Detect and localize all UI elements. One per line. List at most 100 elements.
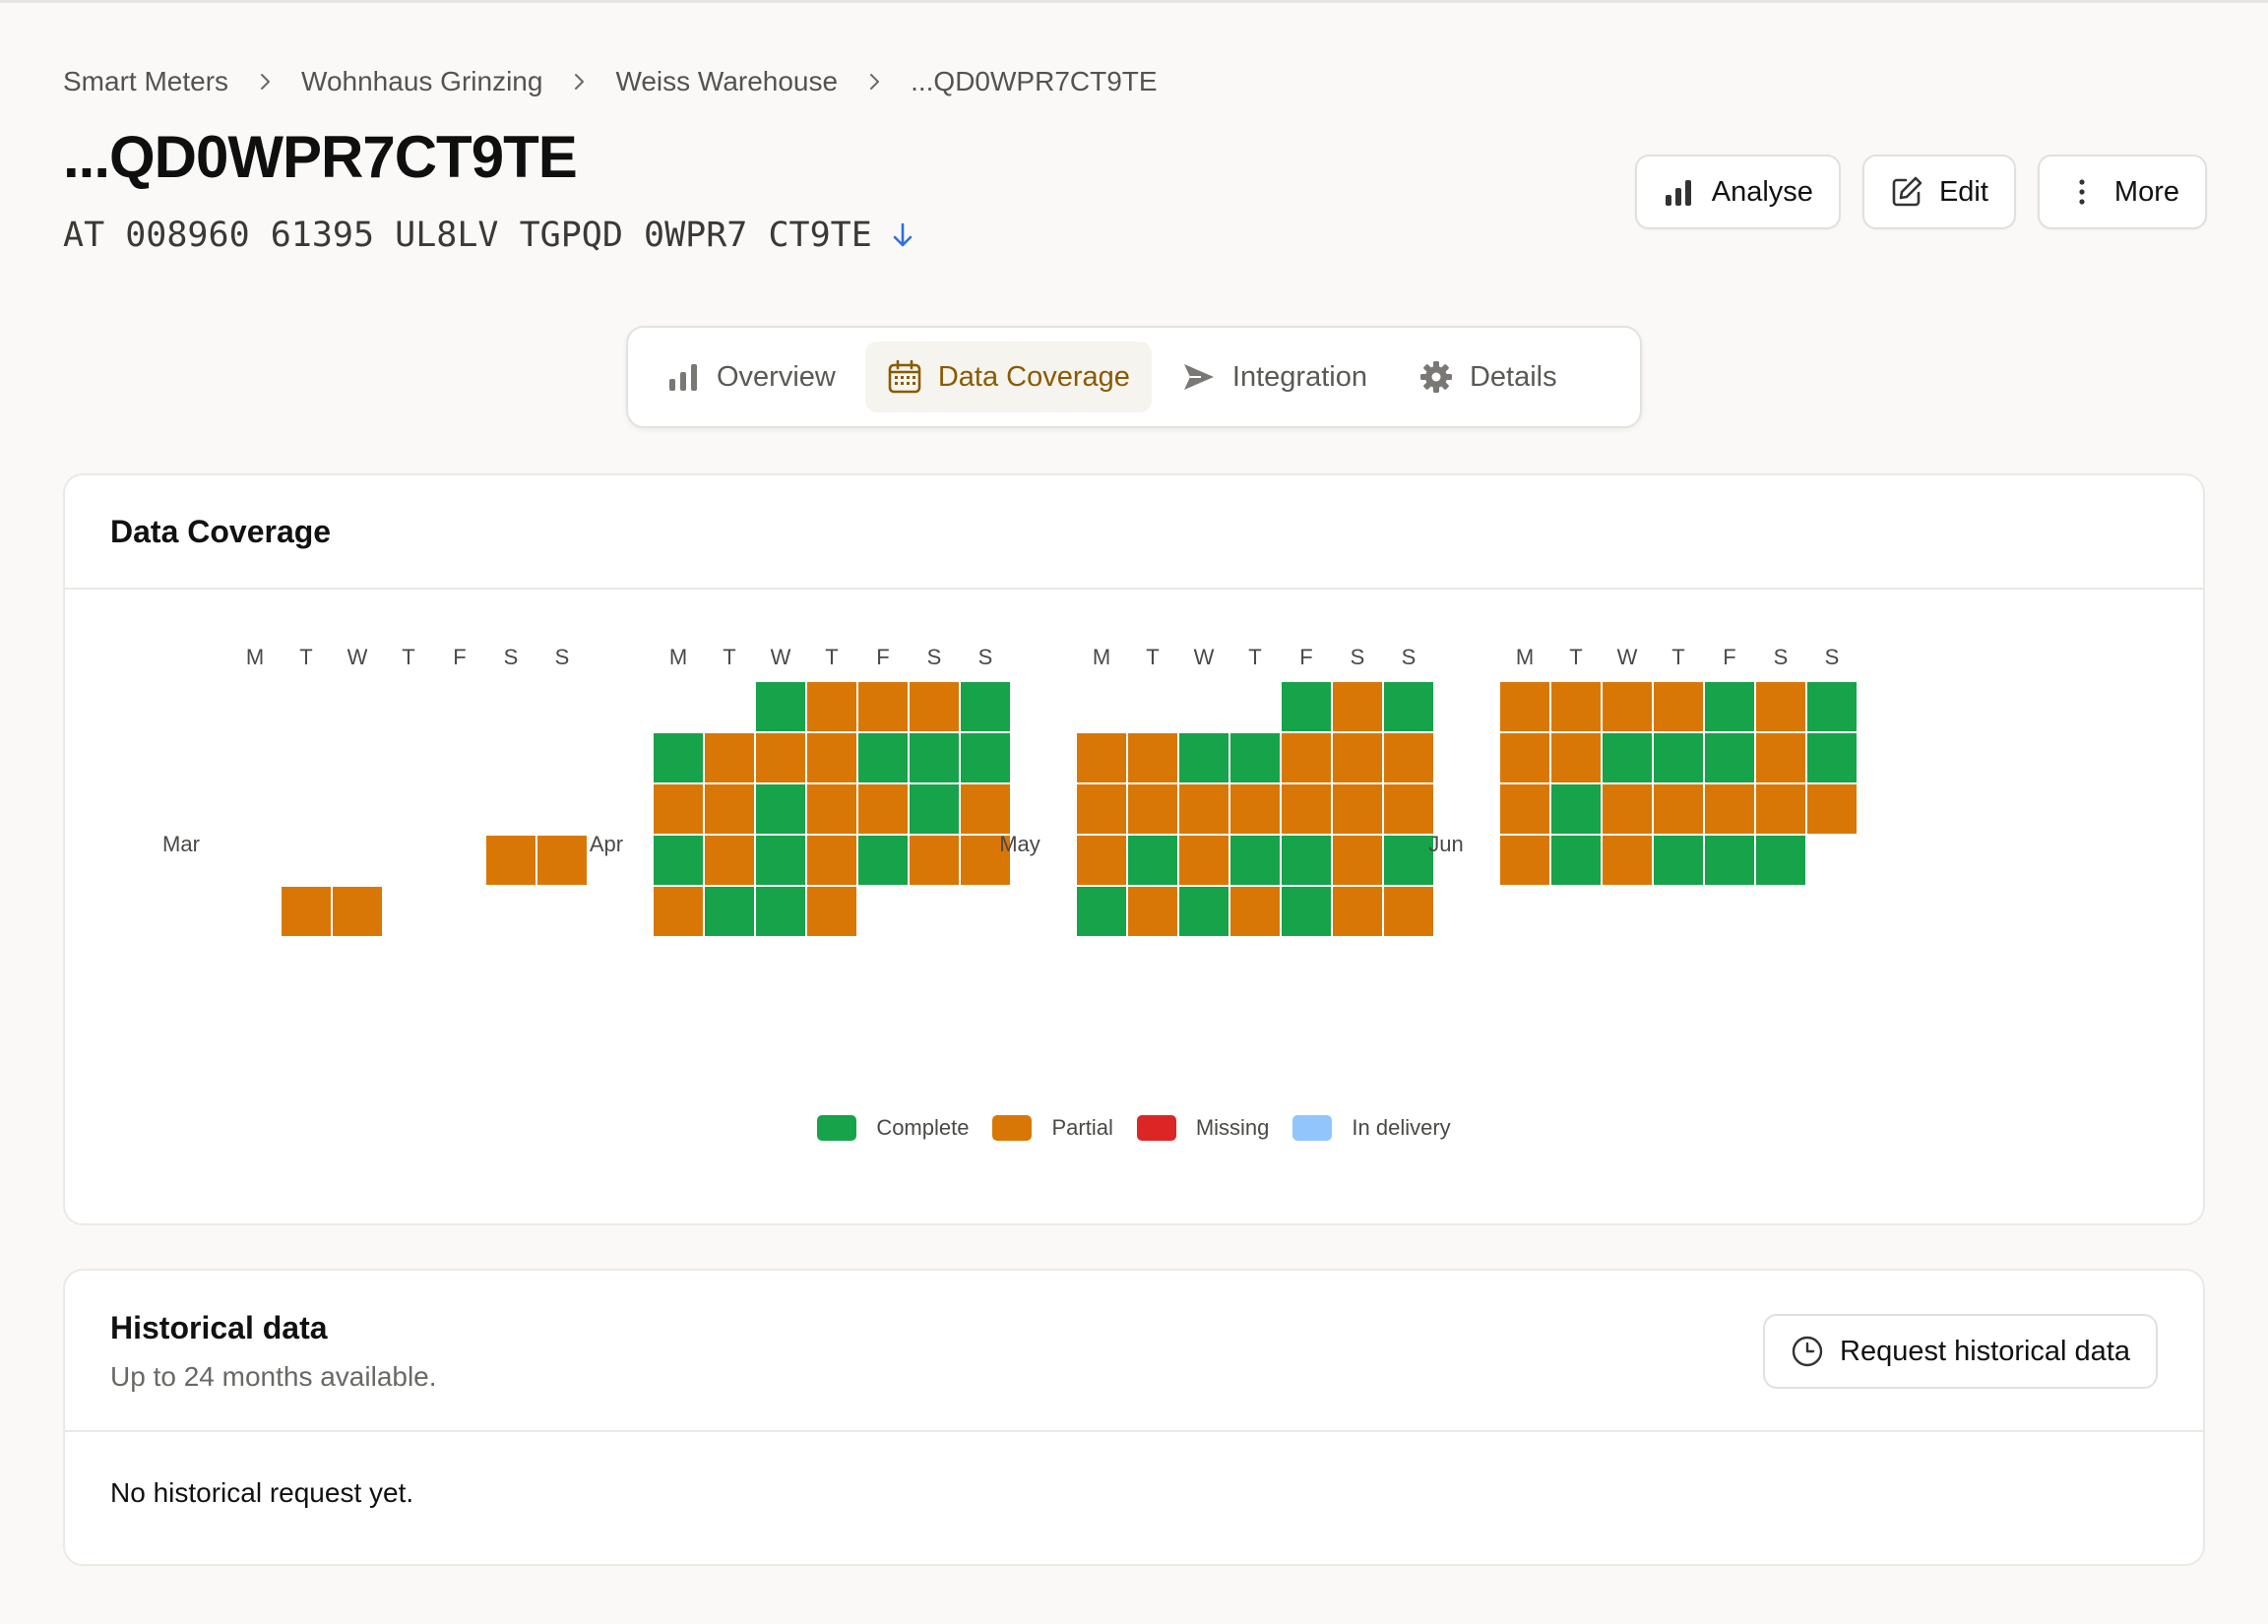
coverage-day-cell[interactable]	[756, 836, 805, 885]
coverage-day-cell[interactable]	[705, 836, 754, 885]
tab-details[interactable]: Details	[1397, 342, 1579, 412]
coverage-day-cell[interactable]	[1077, 733, 1126, 782]
coverage-day-cell[interactable]	[333, 887, 382, 936]
coverage-day-cell[interactable]	[1500, 836, 1549, 885]
coverage-day-cell[interactable]	[1500, 784, 1549, 834]
coverage-day-cell[interactable]	[654, 733, 703, 782]
coverage-day-cell[interactable]	[858, 784, 908, 834]
coverage-day-cell[interactable]	[858, 836, 908, 885]
coverage-day-cell[interactable]	[1807, 682, 1857, 731]
coverage-day-cell[interactable]	[537, 836, 587, 885]
coverage-day-cell[interactable]	[705, 887, 754, 936]
coverage-day-cell[interactable]	[1282, 887, 1331, 936]
coverage-day-cell[interactable]	[1230, 733, 1280, 782]
coverage-day-cell[interactable]	[1384, 887, 1433, 936]
coverage-day-cell[interactable]	[1179, 887, 1228, 936]
tab-data-coverage[interactable]: Data Coverage	[864, 342, 1152, 412]
coverage-day-cell[interactable]	[961, 682, 1010, 731]
coverage-day-cell[interactable]	[1705, 784, 1754, 834]
coverage-day-cell[interactable]	[1230, 784, 1280, 834]
coverage-day-cell[interactable]	[756, 784, 805, 834]
coverage-day-cell[interactable]	[1705, 836, 1754, 885]
tab-overview[interactable]: Overview	[644, 342, 857, 412]
coverage-day-cell[interactable]	[910, 733, 959, 782]
coverage-day-cell[interactable]	[1230, 836, 1280, 885]
coverage-day-cell[interactable]	[1282, 682, 1331, 731]
coverage-day-cell[interactable]	[756, 887, 805, 936]
coverage-day-cell[interactable]	[1756, 682, 1805, 731]
coverage-day-cell[interactable]	[1654, 682, 1703, 731]
coverage-day-cell[interactable]	[1179, 733, 1228, 782]
coverage-day-cell[interactable]	[1384, 733, 1433, 782]
coverage-day-cell[interactable]	[282, 887, 331, 936]
coverage-day-cell[interactable]	[1384, 682, 1433, 731]
coverage-day-cell[interactable]	[1333, 733, 1382, 782]
coverage-day-cell[interactable]	[807, 784, 856, 834]
coverage-day-cell[interactable]	[1128, 784, 1177, 834]
coverage-day-cell[interactable]	[1756, 733, 1805, 782]
coverage-day-cell[interactable]	[1551, 784, 1601, 834]
coverage-day-cell[interactable]	[1654, 836, 1703, 885]
coverage-day-cell[interactable]	[910, 682, 959, 731]
coverage-day-cell[interactable]	[1551, 733, 1601, 782]
coverage-day-cell[interactable]	[1077, 887, 1126, 936]
coverage-day-cell[interactable]	[1654, 733, 1703, 782]
coverage-day-cell[interactable]	[807, 733, 856, 782]
request-historical-data-button[interactable]: Request historical data	[1763, 1314, 2158, 1389]
coverage-day-cell[interactable]	[705, 784, 754, 834]
coverage-day-cell[interactable]	[1500, 733, 1549, 782]
coverage-day-cell[interactable]	[1807, 733, 1857, 782]
coverage-day-cell[interactable]	[1384, 784, 1433, 834]
coverage-day-cell[interactable]	[1179, 784, 1228, 834]
coverage-day-cell[interactable]	[1603, 733, 1652, 782]
edit-button[interactable]: Edit	[1861, 155, 2016, 229]
coverage-day-cell[interactable]	[1756, 836, 1805, 885]
coverage-day-cell[interactable]	[1551, 836, 1601, 885]
coverage-day-cell[interactable]	[1128, 733, 1177, 782]
coverage-day-cell[interactable]	[1333, 836, 1382, 885]
coverage-day-cell[interactable]	[654, 887, 703, 936]
coverage-day-cell[interactable]	[705, 733, 754, 782]
coverage-day-cell[interactable]	[807, 836, 856, 885]
coverage-day-cell[interactable]	[654, 784, 703, 834]
coverage-day-cell[interactable]	[1603, 784, 1652, 834]
coverage-day-cell[interactable]	[1603, 682, 1652, 731]
breadcrumb-item-smart-meters[interactable]: Smart Meters	[63, 66, 228, 97]
coverage-day-cell[interactable]	[1603, 836, 1652, 885]
coverage-day-cell[interactable]	[1333, 682, 1382, 731]
coverage-day-cell[interactable]	[1807, 784, 1857, 834]
coverage-day-cell[interactable]	[961, 784, 1010, 834]
coverage-day-cell[interactable]	[1756, 784, 1805, 834]
coverage-day-cell[interactable]	[1654, 784, 1703, 834]
coverage-day-cell[interactable]	[858, 682, 908, 731]
coverage-day-cell[interactable]	[1128, 887, 1177, 936]
coverage-day-cell[interactable]	[1500, 682, 1549, 731]
coverage-day-cell[interactable]	[807, 887, 856, 936]
coverage-day-cell[interactable]	[756, 733, 805, 782]
coverage-day-cell[interactable]	[1077, 836, 1126, 885]
coverage-day-cell[interactable]	[910, 784, 959, 834]
breadcrumb-item-wohnhaus-grinzing[interactable]: Wohnhaus Grinzing	[301, 66, 542, 97]
coverage-day-cell[interactable]	[1077, 784, 1126, 834]
coverage-day-cell[interactable]	[1282, 784, 1331, 834]
coverage-day-cell[interactable]	[961, 733, 1010, 782]
coverage-day-cell[interactable]	[1333, 887, 1382, 936]
coverage-day-cell[interactable]	[486, 836, 536, 885]
coverage-day-cell[interactable]	[1179, 836, 1228, 885]
coverage-day-cell[interactable]	[654, 836, 703, 885]
coverage-day-cell[interactable]	[1705, 682, 1754, 731]
coverage-day-cell[interactable]	[1384, 836, 1433, 885]
analyse-button[interactable]: Analyse	[1634, 155, 1841, 229]
coverage-day-cell[interactable]	[1705, 733, 1754, 782]
coverage-day-cell[interactable]	[858, 733, 908, 782]
coverage-day-cell[interactable]	[807, 682, 856, 731]
coverage-day-cell[interactable]	[910, 836, 959, 885]
coverage-day-cell[interactable]	[1282, 836, 1331, 885]
tab-integration[interactable]: Integration	[1160, 342, 1389, 412]
coverage-day-cell[interactable]	[1551, 682, 1601, 731]
coverage-day-cell[interactable]	[1230, 887, 1280, 936]
breadcrumb-item-weiss-warehouse[interactable]: Weiss Warehouse	[615, 66, 838, 97]
coverage-day-cell[interactable]	[1128, 836, 1177, 885]
coverage-day-cell[interactable]	[1333, 784, 1382, 834]
more-button[interactable]: More	[2037, 155, 2207, 229]
